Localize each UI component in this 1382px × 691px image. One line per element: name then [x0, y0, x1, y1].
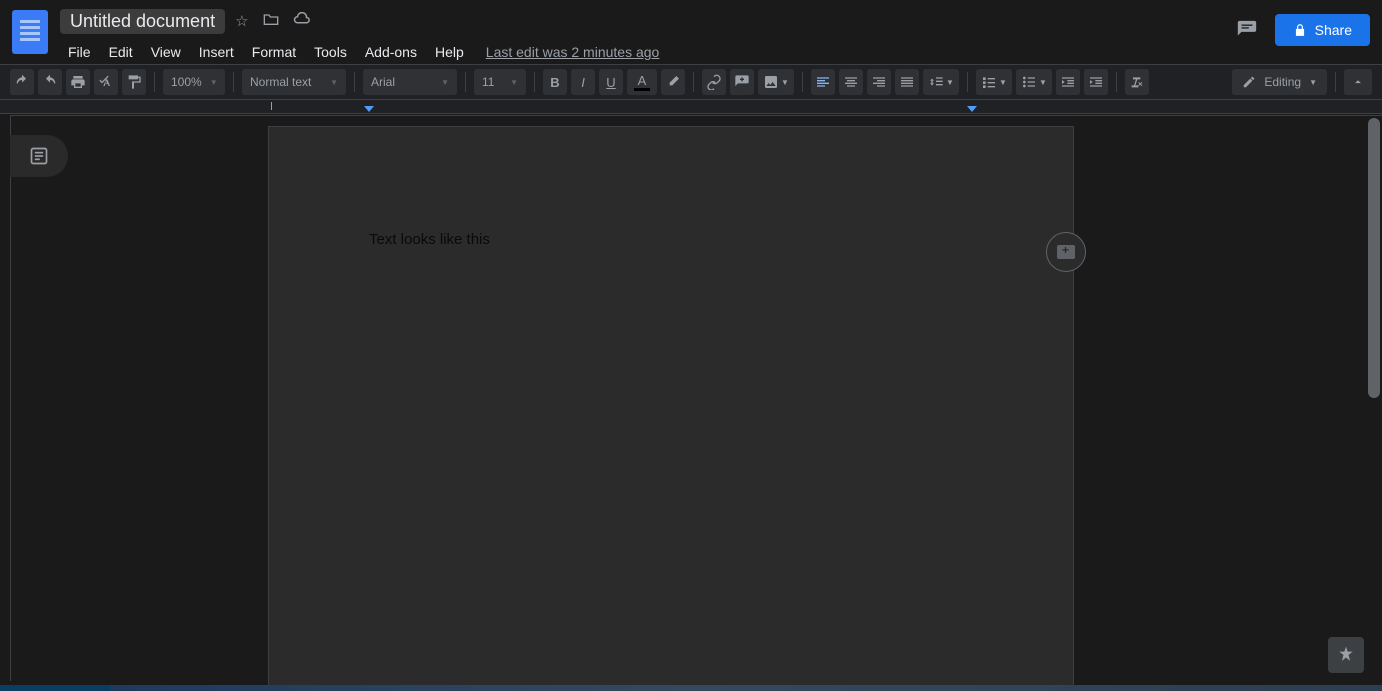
move-icon[interactable]	[263, 12, 279, 30]
separator	[534, 72, 535, 92]
separator	[465, 72, 466, 92]
left-indent-marker[interactable]	[364, 106, 374, 112]
separator	[154, 72, 155, 92]
zoom-select[interactable]: 100%▼	[163, 69, 225, 95]
separator	[1116, 72, 1117, 92]
highlight-color-button[interactable]	[661, 69, 685, 95]
increase-indent-button[interactable]	[1084, 69, 1108, 95]
print-button[interactable]	[66, 69, 90, 95]
os-taskbar	[0, 685, 1382, 691]
document-body-text[interactable]: Text looks like this	[369, 231, 490, 248]
cloud-status-icon[interactable]	[293, 12, 311, 30]
separator	[967, 72, 968, 92]
menu-tools[interactable]: Tools	[306, 40, 355, 64]
clear-formatting-button[interactable]	[1125, 69, 1149, 95]
star-icon[interactable]: ☆	[235, 12, 248, 30]
menu-edit[interactable]: Edit	[101, 40, 141, 64]
show-outline-button[interactable]	[10, 135, 68, 177]
redo-button[interactable]	[38, 69, 62, 95]
explore-button[interactable]	[1328, 637, 1364, 673]
lock-icon	[1293, 23, 1307, 37]
line-spacing-button[interactable]: ▼	[923, 69, 959, 95]
add-comment-icon	[1057, 245, 1075, 259]
decrease-indent-button[interactable]	[1056, 69, 1080, 95]
checklist-button[interactable]: ▼	[976, 69, 1012, 95]
mode-label: Editing	[1264, 75, 1301, 89]
font-size-select[interactable]: 11▼	[474, 69, 526, 95]
ruler-tick	[271, 102, 272, 110]
align-center-button[interactable]	[839, 69, 863, 95]
last-edit-link[interactable]: Last edit was 2 minutes ago	[486, 44, 660, 60]
align-justify-button[interactable]	[895, 69, 919, 95]
separator	[233, 72, 234, 92]
separator	[693, 72, 694, 92]
undo-button[interactable]	[10, 69, 34, 95]
italic-button[interactable]: I	[571, 69, 595, 95]
insert-comment-button[interactable]	[730, 69, 754, 95]
underline-button[interactable]: U	[599, 69, 623, 95]
menu-insert[interactable]: Insert	[191, 40, 242, 64]
separator	[1335, 72, 1336, 92]
bulleted-list-button[interactable]: ▼	[1016, 69, 1052, 95]
add-comment-button[interactable]	[1046, 232, 1086, 272]
document-title[interactable]: Untitled document	[60, 9, 225, 34]
align-right-button[interactable]	[867, 69, 891, 95]
bold-button[interactable]: B	[543, 69, 567, 95]
menu-format[interactable]: Format	[244, 40, 304, 64]
horizontal-ruler[interactable]	[0, 100, 1382, 114]
docs-home-icon[interactable]	[12, 10, 48, 54]
vertical-scrollbar[interactable]	[1368, 118, 1380, 398]
hide-menus-button[interactable]	[1344, 69, 1372, 95]
share-label: Share	[1315, 22, 1352, 38]
insert-link-button[interactable]	[702, 69, 726, 95]
menu-file[interactable]: File	[60, 40, 99, 64]
separator	[802, 72, 803, 92]
document-page[interactable]: Text looks like this	[268, 126, 1074, 690]
menu-view[interactable]: View	[143, 40, 189, 64]
insert-image-button[interactable]: ▼	[758, 69, 794, 95]
menu-help[interactable]: Help	[427, 40, 472, 64]
font-select[interactable]: Arial▼	[363, 69, 457, 95]
paint-format-button[interactable]	[122, 69, 146, 95]
align-left-button[interactable]	[811, 69, 835, 95]
text-color-button[interactable]: A	[627, 69, 657, 95]
menu-addons[interactable]: Add-ons	[357, 40, 425, 64]
separator	[354, 72, 355, 92]
spellcheck-button[interactable]	[94, 69, 118, 95]
mode-select[interactable]: Editing ▼	[1232, 69, 1327, 95]
right-indent-marker[interactable]	[967, 106, 977, 112]
open-comments-button[interactable]	[1233, 16, 1261, 44]
pencil-icon	[1242, 75, 1256, 89]
share-button[interactable]: Share	[1275, 14, 1370, 46]
style-select[interactable]: Normal text▼	[242, 69, 346, 95]
